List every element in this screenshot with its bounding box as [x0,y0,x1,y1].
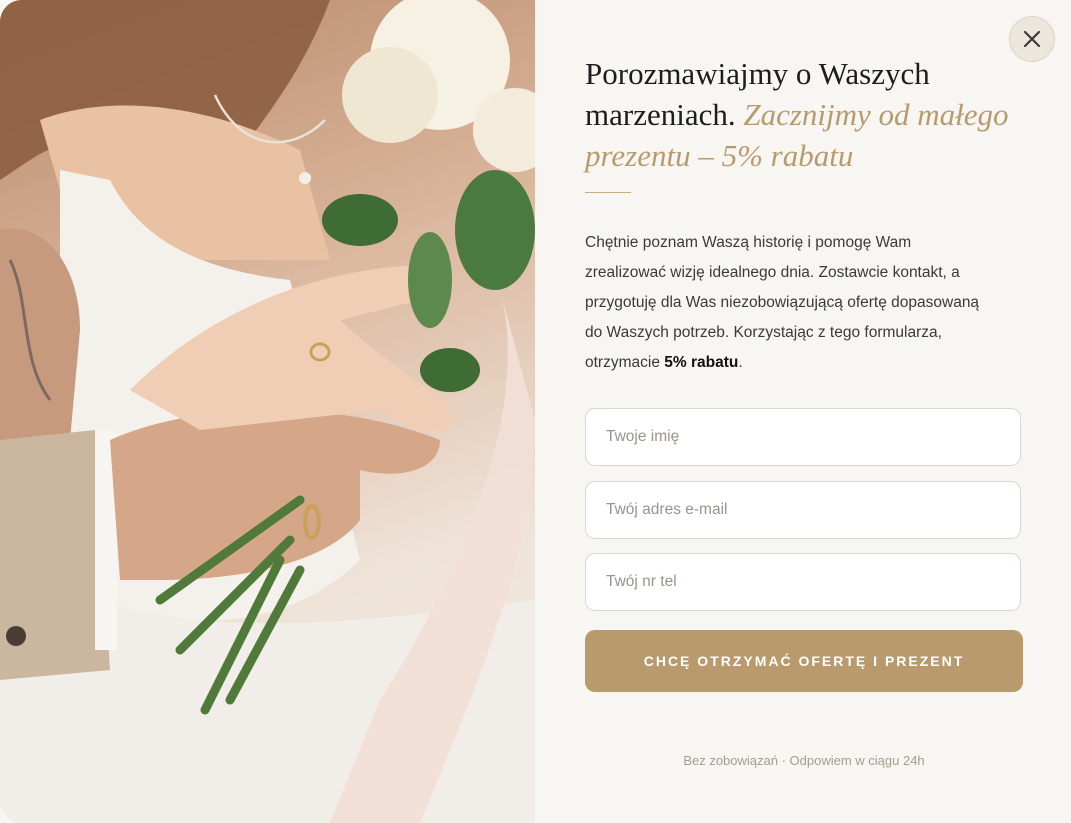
name-input[interactable] [585,408,1021,466]
intro-text: Chętnie poznam Waszą historię i pomogę W… [585,228,995,378]
divider [585,192,631,193]
leaf [420,348,480,392]
page-title: Porozmawiajmy o Waszych marzeniach. Zacz… [585,53,1025,176]
leaf [408,232,452,328]
submit-button[interactable]: CHCĘ OTRZYMAĆ OFERTĘ I PREZENT [585,630,1023,692]
intro-body: Chętnie poznam Waszą historię i pomogę W… [585,234,980,371]
leaf [322,194,398,246]
rose [342,47,438,143]
discount-highlight: 5% rabatu [664,354,739,371]
wedding-photo [0,0,535,823]
cufflink [6,626,26,646]
close-icon [1023,30,1041,48]
form-panel: Porozmawiajmy o Waszych marzeniach. Zacz… [535,0,1071,823]
leaf [455,170,535,290]
intro-end: . [738,354,743,371]
footnote: Bez zobowiązań · Odpowiem w ciągu 24h [683,753,925,768]
offer-modal: Porozmawiajmy o Waszych marzeniach. Zacz… [0,0,1071,823]
pendant [299,172,311,184]
email-input[interactable] [585,481,1021,539]
phone-input[interactable] [585,553,1021,611]
wedding-photo-illustration [0,0,535,823]
